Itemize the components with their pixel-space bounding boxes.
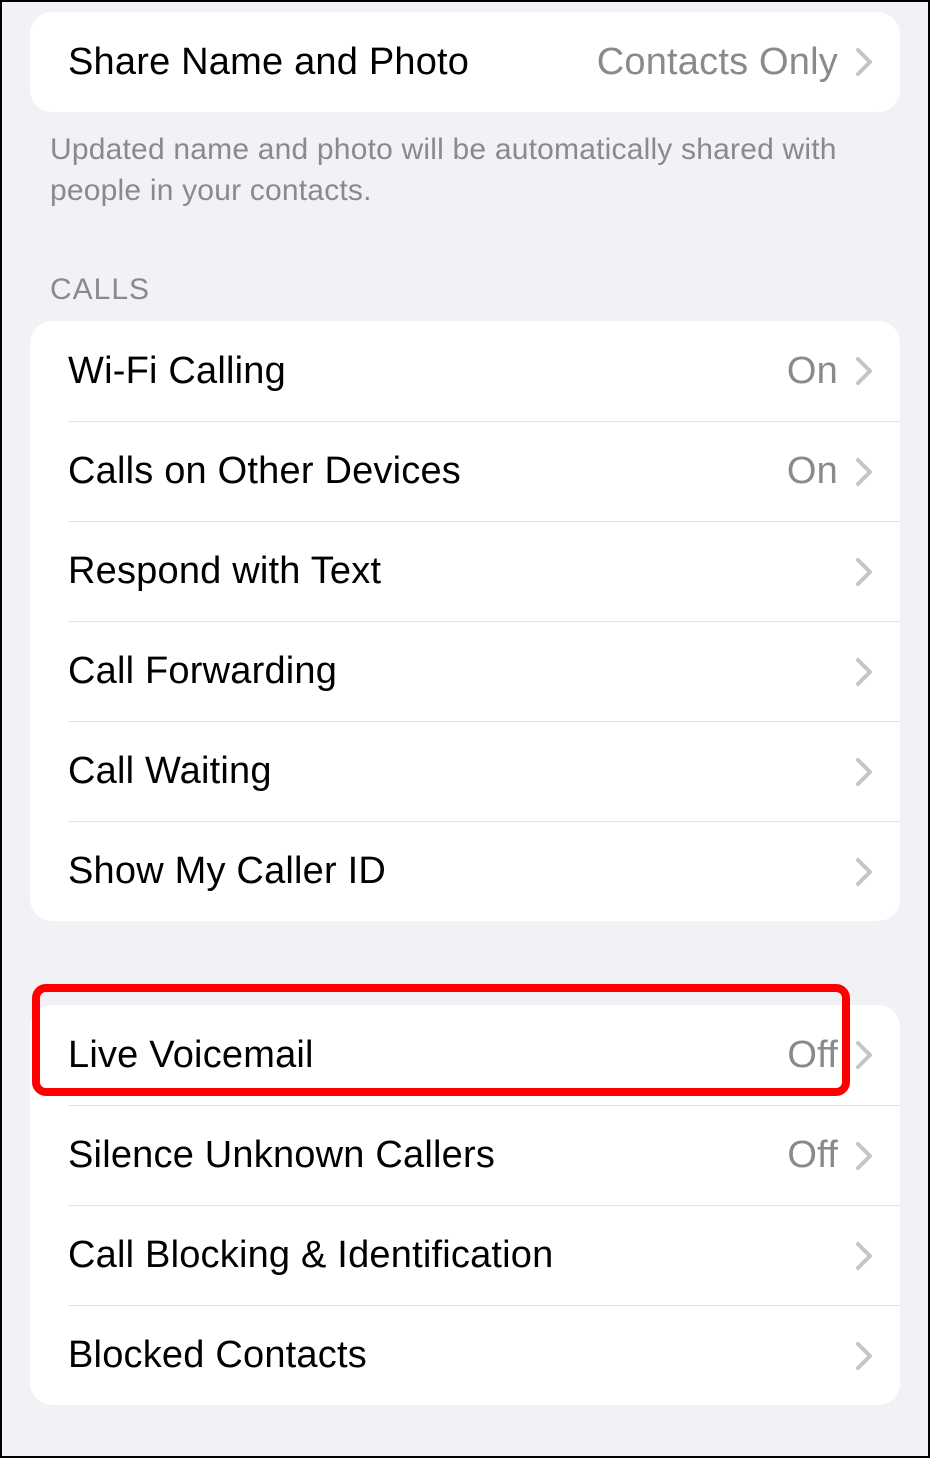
chevron-right-icon	[856, 558, 872, 586]
respond-with-text-label: Respond with Text	[68, 550, 381, 593]
silence-unknown-row[interactable]: Silence Unknown Callers Off	[68, 1105, 900, 1205]
call-waiting-label: Call Waiting	[68, 750, 272, 793]
live-voicemail-row[interactable]: Live Voicemail Off	[30, 1005, 900, 1105]
call-forwarding-row[interactable]: Call Forwarding	[68, 621, 900, 721]
share-name-photo-value: Contacts Only	[597, 41, 838, 84]
chevron-right-icon	[856, 1041, 872, 1069]
share-name-photo-row[interactable]: Share Name and Photo Contacts Only	[30, 12, 900, 112]
calls-other-devices-value: On	[787, 450, 838, 493]
chevron-right-icon	[856, 658, 872, 686]
calls-other-devices-label: Calls on Other Devices	[68, 450, 461, 493]
wifi-calling-value: On	[787, 350, 838, 393]
chevron-right-icon	[856, 48, 872, 76]
settings-screen: Share Name and Photo Contacts Only Updat…	[2, 2, 928, 1456]
chevron-right-icon	[856, 357, 872, 385]
show-caller-id-row[interactable]: Show My Caller ID	[68, 821, 900, 921]
chevron-right-icon	[856, 1342, 872, 1370]
chevron-right-icon	[856, 858, 872, 886]
chevron-right-icon	[856, 758, 872, 786]
spacer	[2, 921, 928, 1005]
call-waiting-row[interactable]: Call Waiting	[68, 721, 900, 821]
silence-unknown-value: Off	[787, 1134, 838, 1177]
respond-with-text-row[interactable]: Respond with Text	[68, 521, 900, 621]
call-forwarding-label: Call Forwarding	[68, 650, 337, 693]
share-group: Share Name and Photo Contacts Only	[30, 12, 900, 112]
blocked-contacts-label: Blocked Contacts	[68, 1334, 367, 1377]
wifi-calling-row[interactable]: Wi-Fi Calling On	[30, 321, 900, 421]
show-caller-id-label: Show My Caller ID	[68, 850, 386, 893]
share-footer-text: Updated name and photo will be automatic…	[2, 112, 928, 211]
live-voicemail-label: Live Voicemail	[68, 1034, 314, 1077]
chevron-right-icon	[856, 1242, 872, 1270]
voicemail-group: Live Voicemail Off Silence Unknown Calle…	[30, 1005, 900, 1405]
silence-unknown-label: Silence Unknown Callers	[68, 1134, 495, 1177]
blocked-contacts-row[interactable]: Blocked Contacts	[68, 1305, 900, 1405]
chevron-right-icon	[856, 1142, 872, 1170]
call-blocking-row[interactable]: Call Blocking & Identification	[68, 1205, 900, 1305]
live-voicemail-value: Off	[787, 1034, 838, 1077]
calls-other-devices-row[interactable]: Calls on Other Devices On	[68, 421, 900, 521]
share-name-photo-label: Share Name and Photo	[68, 41, 469, 84]
chevron-right-icon	[856, 458, 872, 486]
call-blocking-label: Call Blocking & Identification	[68, 1234, 553, 1277]
wifi-calling-label: Wi-Fi Calling	[68, 350, 286, 393]
calls-section-header: CALLS	[2, 211, 928, 321]
calls-group: Wi-Fi Calling On Calls on Other Devices …	[30, 321, 900, 921]
